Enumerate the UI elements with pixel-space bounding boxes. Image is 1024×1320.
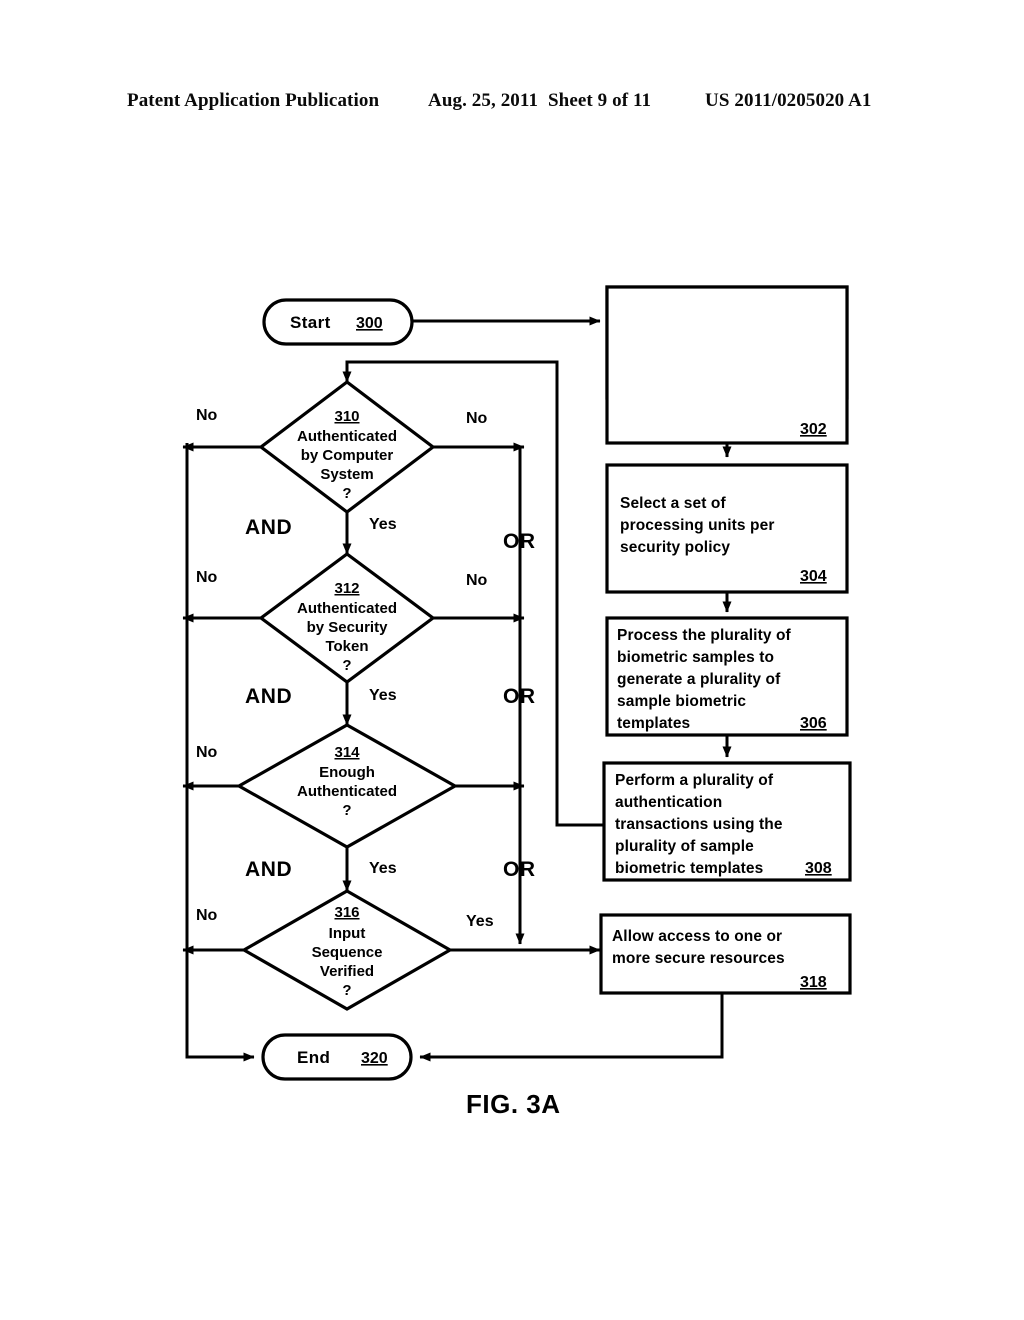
logic-label-or-3: OR (503, 858, 536, 881)
end-label: End (297, 1048, 330, 1067)
logic-label-or-1: OR (503, 530, 536, 553)
box-304-line-1: processing units per (620, 517, 774, 534)
box-308-line-4: biometric templates (615, 860, 763, 877)
decision-316-line-1: Sequence (312, 944, 383, 961)
box-308-line-0: Perform a plurality of (615, 772, 774, 789)
decision-312-line-1: by Security (307, 619, 389, 636)
patent-page: Patent Application Publication Aug. 25, … (0, 0, 1024, 1320)
box-302-ref-group: 302 (800, 421, 827, 438)
box-318-line-0: Allow access to one or (612, 928, 782, 945)
decision-316-line-0: Input (329, 925, 366, 942)
box-306: Process the plurality of biometric sampl… (605, 616, 849, 737)
decision-312-line-3: ? (342, 657, 351, 674)
terminal-start: Start 300 (262, 298, 414, 346)
decision-310-line-3: ? (342, 485, 351, 502)
decision-314-yes-label: Yes (369, 860, 397, 877)
box-308-ref: 308 (805, 860, 832, 877)
box-318-ref: 318 (800, 974, 827, 991)
decision-310-line-2: System (320, 466, 373, 483)
decision-312-yes-label: Yes (369, 687, 397, 704)
decision-316: 316 Input Sequence Verified ? (240, 889, 454, 1011)
flowchart-figure-3a: Sequentially input a one or more biometr… (0, 0, 1024, 1320)
decision-314-line-1: Authenticated (297, 783, 397, 800)
decision-310: 310 Authenticated by Computer System ? (258, 379, 436, 515)
decision-316-no-left-label: No (196, 907, 218, 924)
decision-314-line-2: ? (342, 802, 351, 819)
decision-310-no-left-label: No (196, 407, 218, 424)
box-304-ref: 304 (800, 568, 827, 585)
decision-310-line-0: Authenticated (297, 428, 397, 445)
decision-314-no-left-label: No (196, 744, 218, 761)
decision-314-line-0: Enough (319, 764, 375, 781)
decision-316-yes-right-label: Yes (466, 913, 494, 930)
box-304-line-2: security policy (620, 539, 730, 556)
box-306-line-4: templates (617, 715, 690, 732)
box-308-line-3: plurality of sample (615, 838, 754, 855)
decision-314-ref: 314 (334, 744, 360, 761)
box-308-line-1: authentication (615, 794, 722, 811)
box-308: Perform a plurality of authentication tr… (602, 761, 852, 882)
decision-312-ref: 312 (334, 580, 359, 597)
figure-caption: FIG. 3A (466, 1089, 561, 1119)
box-302-ref: 302 (800, 421, 827, 438)
decision-310-ref: 310 (334, 408, 359, 425)
decision-316-line-3: ? (342, 982, 351, 999)
box-308-line-2: transactions using the (615, 816, 783, 833)
box-302-frame (605, 285, 849, 445)
decision-310-no-right-label: No (466, 410, 488, 427)
end-ref: 320 (361, 1050, 388, 1067)
logic-label-and-3: AND (245, 858, 292, 881)
decision-310-line-1: by Computer (301, 447, 394, 464)
logic-label-or-2: OR (503, 685, 536, 708)
logic-label-and-2: AND (245, 685, 292, 708)
box-306-line-3: sample biometric (617, 693, 746, 710)
decision-316-line-2: Verified (320, 963, 374, 980)
box-306-line-0: Process the plurality of (617, 627, 792, 644)
start-ref: 300 (356, 315, 383, 332)
box-304: Select a set of processing units per sec… (605, 463, 849, 594)
terminal-end: End 320 (261, 1033, 413, 1081)
decision-312-line-0: Authenticated (297, 600, 397, 617)
box-318-line-1: more secure resources (612, 950, 785, 967)
box-306-line-2: generate a plurality of (617, 671, 781, 688)
box-304-line-0: Select a set of (620, 495, 726, 512)
decision-312-no-left-label: No (196, 569, 218, 586)
connector-318-to-end (419, 993, 724, 1062)
decision-312-line-2: Token (325, 638, 368, 655)
decision-314: 314 Enough Authenticated ? (235, 723, 459, 849)
decision-312-no-right-label: No (466, 572, 488, 589)
box-306-line-1: biometric samples to (617, 649, 774, 666)
decision-316-ref: 316 (334, 904, 359, 921)
decision-310-yes-label: Yes (369, 516, 397, 533)
decision-312: 312 Authenticated by Security Token ? (258, 552, 436, 684)
logic-label-and-1: AND (245, 516, 292, 539)
box-318: Allow access to one or more secure resou… (599, 913, 852, 995)
start-label: Start (290, 313, 331, 332)
box-306-ref: 306 (800, 715, 827, 732)
